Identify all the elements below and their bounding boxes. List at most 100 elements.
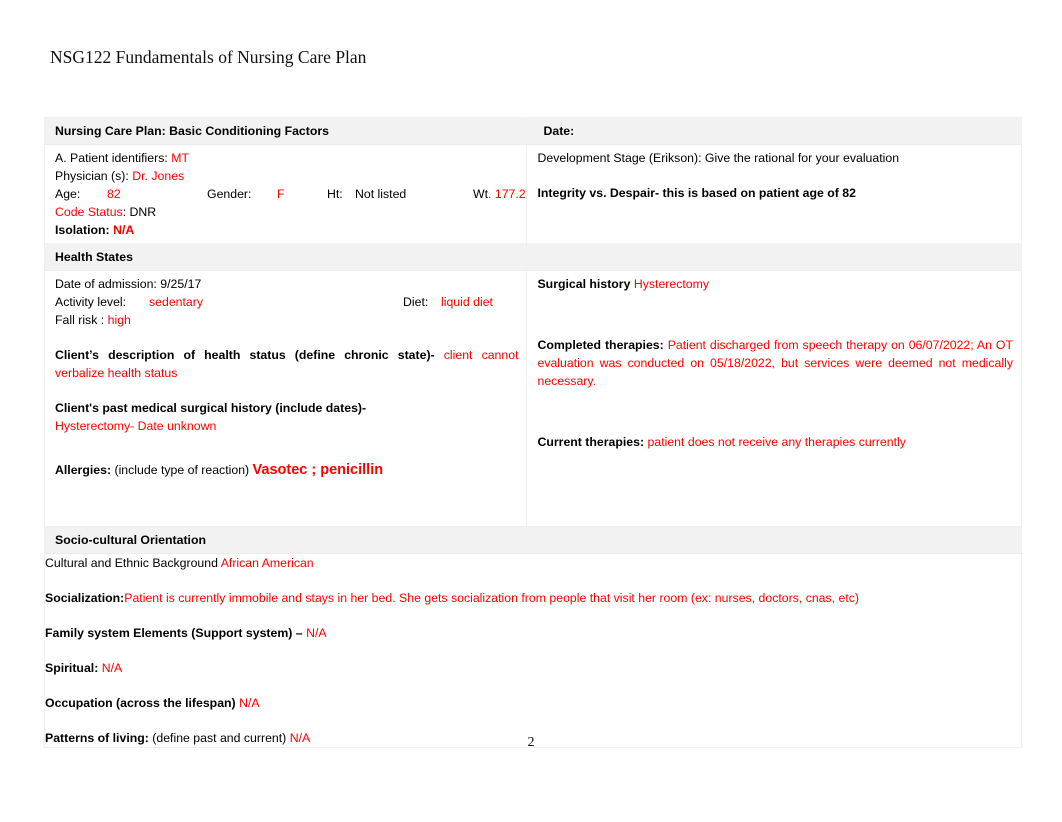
weight-label: Wt <box>473 187 489 201</box>
socialization-label: Socialization: <box>45 591 125 605</box>
cell-date-title: Date: <box>526 117 1022 145</box>
code-status-line: Code Status: DNR <box>55 203 518 221</box>
occupation-value: N/A <box>239 696 260 710</box>
past-history-label-line: Client's past medical surgical history (… <box>55 399 518 417</box>
table-row-basic-conditioning-header: Nursing Care Plan: Basic Conditioning Fa… <box>43 117 1022 145</box>
age-value: 82 <box>107 187 121 201</box>
fall-risk-value: high <box>107 313 131 327</box>
allergies-note: (include type of reaction) <box>114 463 250 477</box>
cultural-background-label: Cultural and Ethnic Background <box>45 556 218 570</box>
cell-health-states-title: Health States <box>43 243 528 271</box>
patient-identifiers-label: A. Patient identifiers: <box>55 151 168 165</box>
cell-therapies: Surgical history Hysterectomy Completed … <box>526 270 1022 527</box>
page-title: NSG122 Fundamentals of Nursing Care Plan <box>50 47 367 67</box>
spiritual-label: Spiritual: <box>45 661 99 675</box>
health-status-label: Client’s description of health status (d… <box>55 348 435 362</box>
cell-socio-cultural-title: Socio-cultural Orientation <box>44 526 1022 554</box>
date-label: Date: <box>543 124 575 138</box>
past-history-value: Hysterectomy- Date unknown <box>55 419 217 433</box>
activity-level-value: sedentary <box>149 295 204 309</box>
admission-value: 9/25/17 <box>160 277 202 291</box>
surgical-history-value: Hysterectomy <box>633 277 710 291</box>
cell-patient-identifiers: A. Patient identifiers: MT Physician (s)… <box>43 144 528 244</box>
cell-development-stage: Development Stage (Erikson): Give the ra… <box>526 144 1022 244</box>
cell-basic-conditioning-title: Nursing Care Plan: Basic Conditioning Fa… <box>43 117 528 145</box>
demographics-line: Age: 82 Gender: F Ht: Not listed Wt. 177… <box>55 185 526 203</box>
occupation-label: Occupation (across the lifespan) <box>45 696 236 710</box>
fall-risk-line: Fall risk : high <box>55 311 518 329</box>
weight-value: . 177.2 <box>488 187 526 201</box>
occupation-line: Occupation (across the lifespan) N/A <box>45 694 1021 712</box>
document-page: NSG122 Fundamentals of Nursing Care Plan… <box>0 0 1062 822</box>
table-row-health-states-body: Date of admission: 9/25/17 Activity leve… <box>43 270 1022 527</box>
table-row-socio-cultural-header: Socio-cultural Orientation <box>44 526 1022 554</box>
surgical-history-label: Surgical history <box>537 277 631 291</box>
code-status-value: : DNR <box>122 205 157 219</box>
current-therapies-label: Current therapies: <box>537 435 645 449</box>
health-states-heading: Health States <box>55 250 133 264</box>
cell-socio-cultural-details: Cultural and Ethnic Background African A… <box>44 553 1022 748</box>
weight-field: Wt. 177.2 <box>473 185 526 203</box>
completed-therapies-label: Completed therapies: <box>537 338 664 352</box>
family-system-label: Family system Elements (Support system) … <box>45 626 303 640</box>
physician-line: Physician (s): Dr. Jones <box>55 167 518 185</box>
gender-label: Gender: <box>207 187 252 201</box>
development-stage-prompt: Development Stage (Erikson): Give the ra… <box>537 151 900 165</box>
basic-conditioning-heading: Nursing Care Plan: Basic Conditioning Fa… <box>55 124 329 138</box>
family-system-line: Family system Elements (Support system) … <box>45 624 1021 642</box>
allergies-line: Allergies: (include type of reaction) Va… <box>55 461 518 479</box>
admission-line: Date of admission: 9/25/17 <box>55 275 518 293</box>
patient-identifiers-value: MT <box>171 151 189 165</box>
table-row-health-states-header: Health States <box>43 243 1022 271</box>
past-history-label: Client's past medical surgical history (… <box>55 401 367 415</box>
cell-health-states-header-blank <box>526 243 1022 271</box>
code-status-label: Code Status <box>55 205 123 219</box>
admission-label: Date of admission: <box>55 277 157 291</box>
health-status-line: Client’s description of health status (d… <box>55 346 518 382</box>
family-system-value: N/A <box>306 626 327 640</box>
activity-level-label: Activity level: <box>55 295 127 309</box>
allergies-label: Allergies: <box>55 463 112 477</box>
current-therapies-line: Current therapies: patient does not rece… <box>537 433 1013 451</box>
isolation-value: N/A <box>113 223 135 237</box>
socio-cultural-heading: Socio-cultural Orientation <box>55 533 206 547</box>
diet-value: liquid diet <box>441 295 493 309</box>
surgical-history-line: Surgical history Hysterectomy <box>537 275 1013 293</box>
physician-value: Dr. Jones <box>132 169 185 183</box>
height-label: Ht: <box>327 187 343 201</box>
gender-value: F <box>277 187 285 201</box>
past-history-value-line: Hysterectomy- Date unknown <box>55 417 518 435</box>
diet-label: Diet: <box>403 295 429 309</box>
age-label: Age: <box>55 187 81 201</box>
current-therapies-value: patient does not receive any therapies c… <box>647 435 906 449</box>
physician-label: Physician (s): <box>55 169 129 183</box>
cultural-background-value: African American <box>220 556 314 570</box>
development-stage-answer: Integrity vs. Despair- this is based on … <box>537 186 856 200</box>
allergies-value: Vasotec ; penicillin <box>252 462 384 478</box>
socialization-line: Socialization:Patient is currently immob… <box>45 589 1021 607</box>
isolation-line: Isolation: N/A <box>55 221 518 239</box>
spiritual-line: Spiritual: N/A <box>45 659 1021 677</box>
nursing-care-plan-table: Nursing Care Plan: Basic Conditioning Fa… <box>43 117 1022 748</box>
isolation-label: Isolation: <box>55 223 110 237</box>
patient-identifiers-line: A. Patient identifiers: MT <box>55 149 518 167</box>
table-row-basic-conditioning-body: A. Patient identifiers: MT Physician (s)… <box>43 144 1022 244</box>
table-row-socio-cultural-body: Cultural and Ethnic Background African A… <box>44 553 1022 748</box>
